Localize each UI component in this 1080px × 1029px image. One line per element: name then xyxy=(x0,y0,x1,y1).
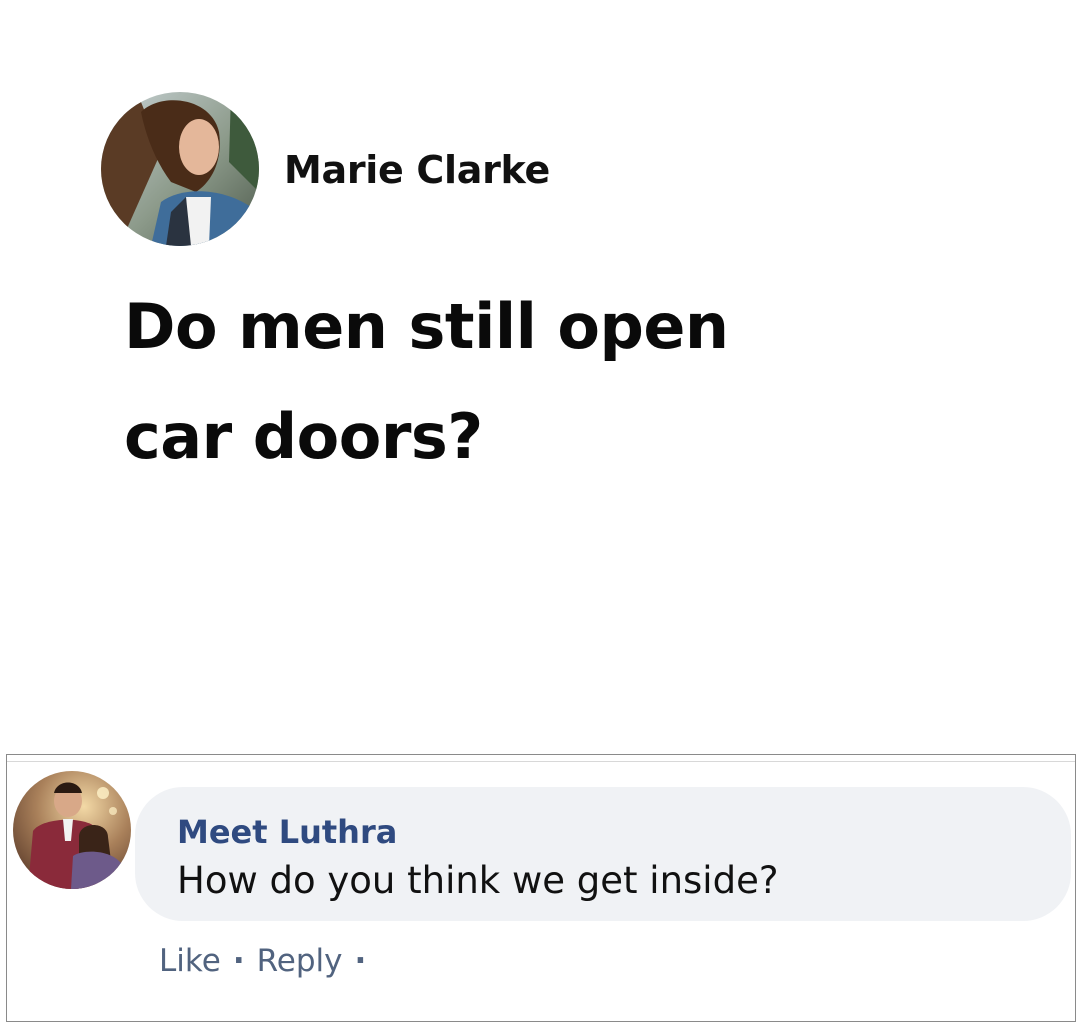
commenter-avatar[interactable] xyxy=(13,771,131,889)
like-button[interactable]: Like xyxy=(159,943,221,979)
divider xyxy=(7,761,1075,762)
comment-bubble: Meet Luthra How do you think we get insi… xyxy=(135,787,1071,921)
post-text-line: Do men still open xyxy=(124,290,729,363)
comment-actions: Like · Reply · xyxy=(159,943,378,979)
comment-text: How do you think we get inside? xyxy=(177,859,779,902)
page: Marie Clarke Do men still open car doors… xyxy=(0,0,1080,1029)
post-author-name[interactable]: Marie Clarke xyxy=(284,148,550,192)
comment-card: Meet Luthra How do you think we get insi… xyxy=(6,754,1076,1022)
reply-button[interactable]: Reply xyxy=(257,943,343,979)
post-author-avatar[interactable] xyxy=(101,92,259,246)
commenter-name[interactable]: Meet Luthra xyxy=(177,813,397,851)
separator-dot: · xyxy=(354,943,367,979)
post-text-line: car doors? xyxy=(124,400,483,473)
separator-dot: · xyxy=(232,943,245,979)
avatar-photo xyxy=(13,771,131,889)
post-text: Do men still open car doors? xyxy=(124,272,884,492)
avatar-photo xyxy=(101,92,259,246)
